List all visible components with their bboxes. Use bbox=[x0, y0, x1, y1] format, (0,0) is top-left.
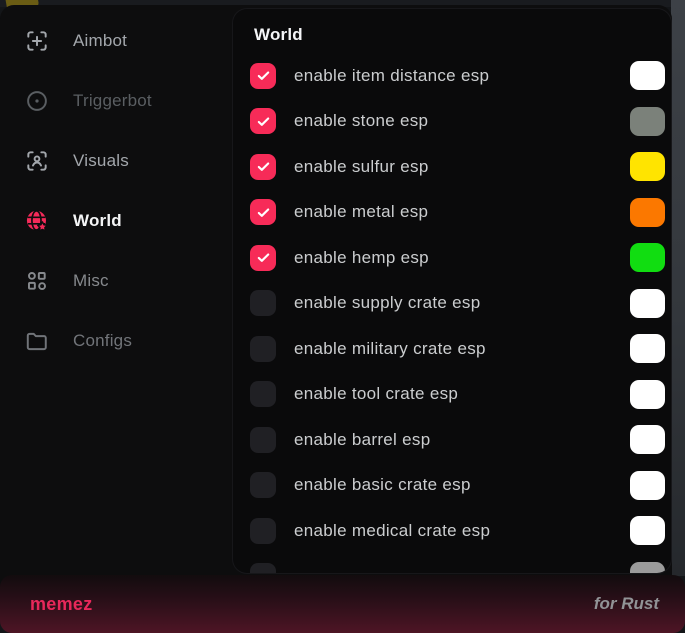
color-swatch[interactable] bbox=[630, 425, 665, 454]
brand-name: memez bbox=[30, 594, 93, 615]
sidebar-item-aimbot[interactable]: Aimbot bbox=[0, 11, 233, 71]
checkbox-unchecked[interactable] bbox=[250, 290, 276, 316]
esp-row: enable sulfur esp bbox=[233, 144, 671, 190]
color-swatch[interactable] bbox=[630, 334, 665, 363]
esp-row-label: enable medical crate esp bbox=[294, 521, 490, 541]
screen: AimbotTriggerbotVisualsWorldMiscConfigs … bbox=[0, 0, 685, 633]
brand-suffix: for Rust bbox=[594, 594, 659, 614]
checkbox-unchecked[interactable] bbox=[250, 427, 276, 453]
color-swatch[interactable] bbox=[630, 562, 665, 573]
esp-row: enable barrel esp bbox=[233, 417, 671, 463]
menu-window: AimbotTriggerbotVisualsWorldMiscConfigs … bbox=[0, 5, 672, 633]
esp-row: enable stone esp bbox=[233, 99, 671, 145]
sidebar-item-label: Aimbot bbox=[73, 31, 127, 51]
sidebar-item-label: Triggerbot bbox=[73, 91, 152, 111]
world-globe-icon bbox=[24, 208, 50, 234]
esp-row-label: enable basic crate esp bbox=[294, 475, 471, 495]
esp-row: enable item distance esp bbox=[233, 53, 671, 99]
esp-row: enable hemp esp bbox=[233, 235, 671, 281]
esp-row-label: enable barrel esp bbox=[294, 430, 430, 450]
color-swatch[interactable] bbox=[630, 516, 665, 545]
esp-row bbox=[233, 554, 671, 574]
visuals-scan-face-icon bbox=[24, 148, 50, 174]
color-swatch[interactable] bbox=[630, 152, 665, 181]
esp-row-label: enable metal esp bbox=[294, 202, 428, 222]
checkbox-checked-icon[interactable] bbox=[250, 63, 276, 89]
esp-row-label: enable tool crate esp bbox=[294, 384, 458, 404]
color-swatch[interactable] bbox=[630, 471, 665, 500]
sidebar-item-configs[interactable]: Configs bbox=[0, 311, 233, 371]
background-right-strip bbox=[671, 0, 685, 576]
esp-row-label: enable item distance esp bbox=[294, 66, 489, 86]
checkbox-checked-icon[interactable] bbox=[250, 245, 276, 271]
color-swatch[interactable] bbox=[630, 61, 665, 90]
sidebar-item-triggerbot[interactable]: Triggerbot bbox=[0, 71, 233, 131]
world-settings-panel: World enable item distance esp enable sto… bbox=[233, 9, 671, 573]
checkbox-checked-icon[interactable] bbox=[250, 154, 276, 180]
checkbox-unchecked[interactable] bbox=[250, 336, 276, 362]
checkbox-unchecked[interactable] bbox=[250, 518, 276, 544]
sidebar-nav: Aimbot Triggerbot Visuals World Misc Configs bbox=[0, 11, 233, 371]
sidebar-item-label: World bbox=[73, 211, 122, 231]
sidebar-item-world[interactable]: World bbox=[0, 191, 233, 251]
misc-shapes-icon bbox=[24, 268, 50, 294]
checkbox-unchecked[interactable] bbox=[250, 381, 276, 407]
esp-row-label: enable stone esp bbox=[294, 111, 428, 131]
color-swatch[interactable] bbox=[630, 198, 665, 227]
checkbox-unchecked[interactable] bbox=[250, 472, 276, 498]
color-swatch[interactable] bbox=[630, 243, 665, 272]
color-swatch[interactable] bbox=[630, 289, 665, 318]
checkbox-unchecked[interactable] bbox=[250, 563, 276, 573]
checkbox-checked-icon[interactable] bbox=[250, 199, 276, 225]
esp-row: enable basic crate esp bbox=[233, 463, 671, 509]
sidebar-item-label: Misc bbox=[73, 271, 109, 291]
esp-row-label: enable supply crate esp bbox=[294, 293, 480, 313]
panel-title: World bbox=[254, 25, 671, 45]
footer-bar: memez for Rust bbox=[0, 575, 685, 633]
esp-row: enable metal esp bbox=[233, 190, 671, 236]
esp-row-label: enable sulfur esp bbox=[294, 157, 429, 177]
sidebar-item-label: Visuals bbox=[73, 151, 129, 171]
esp-row-label: enable hemp esp bbox=[294, 248, 429, 268]
esp-row: enable military crate esp bbox=[233, 326, 671, 372]
esp-row-label: enable military crate esp bbox=[294, 339, 486, 359]
esp-row: enable medical crate esp bbox=[233, 508, 671, 554]
sidebar-item-misc[interactable]: Misc bbox=[0, 251, 233, 311]
configs-folder-icon bbox=[24, 328, 50, 354]
color-swatch[interactable] bbox=[630, 380, 665, 409]
esp-row: enable tool crate esp bbox=[233, 372, 671, 418]
color-swatch[interactable] bbox=[630, 107, 665, 136]
esp-row: enable supply crate esp bbox=[233, 281, 671, 327]
esp-options-list: enable item distance esp enable stone esp… bbox=[233, 53, 671, 573]
sidebar-item-visuals[interactable]: Visuals bbox=[0, 131, 233, 191]
aimbot-crosshair-icon bbox=[24, 28, 50, 54]
sidebar-item-label: Configs bbox=[73, 331, 132, 351]
triggerbot-circle-dot-icon bbox=[24, 88, 50, 114]
checkbox-checked-icon[interactable] bbox=[250, 108, 276, 134]
